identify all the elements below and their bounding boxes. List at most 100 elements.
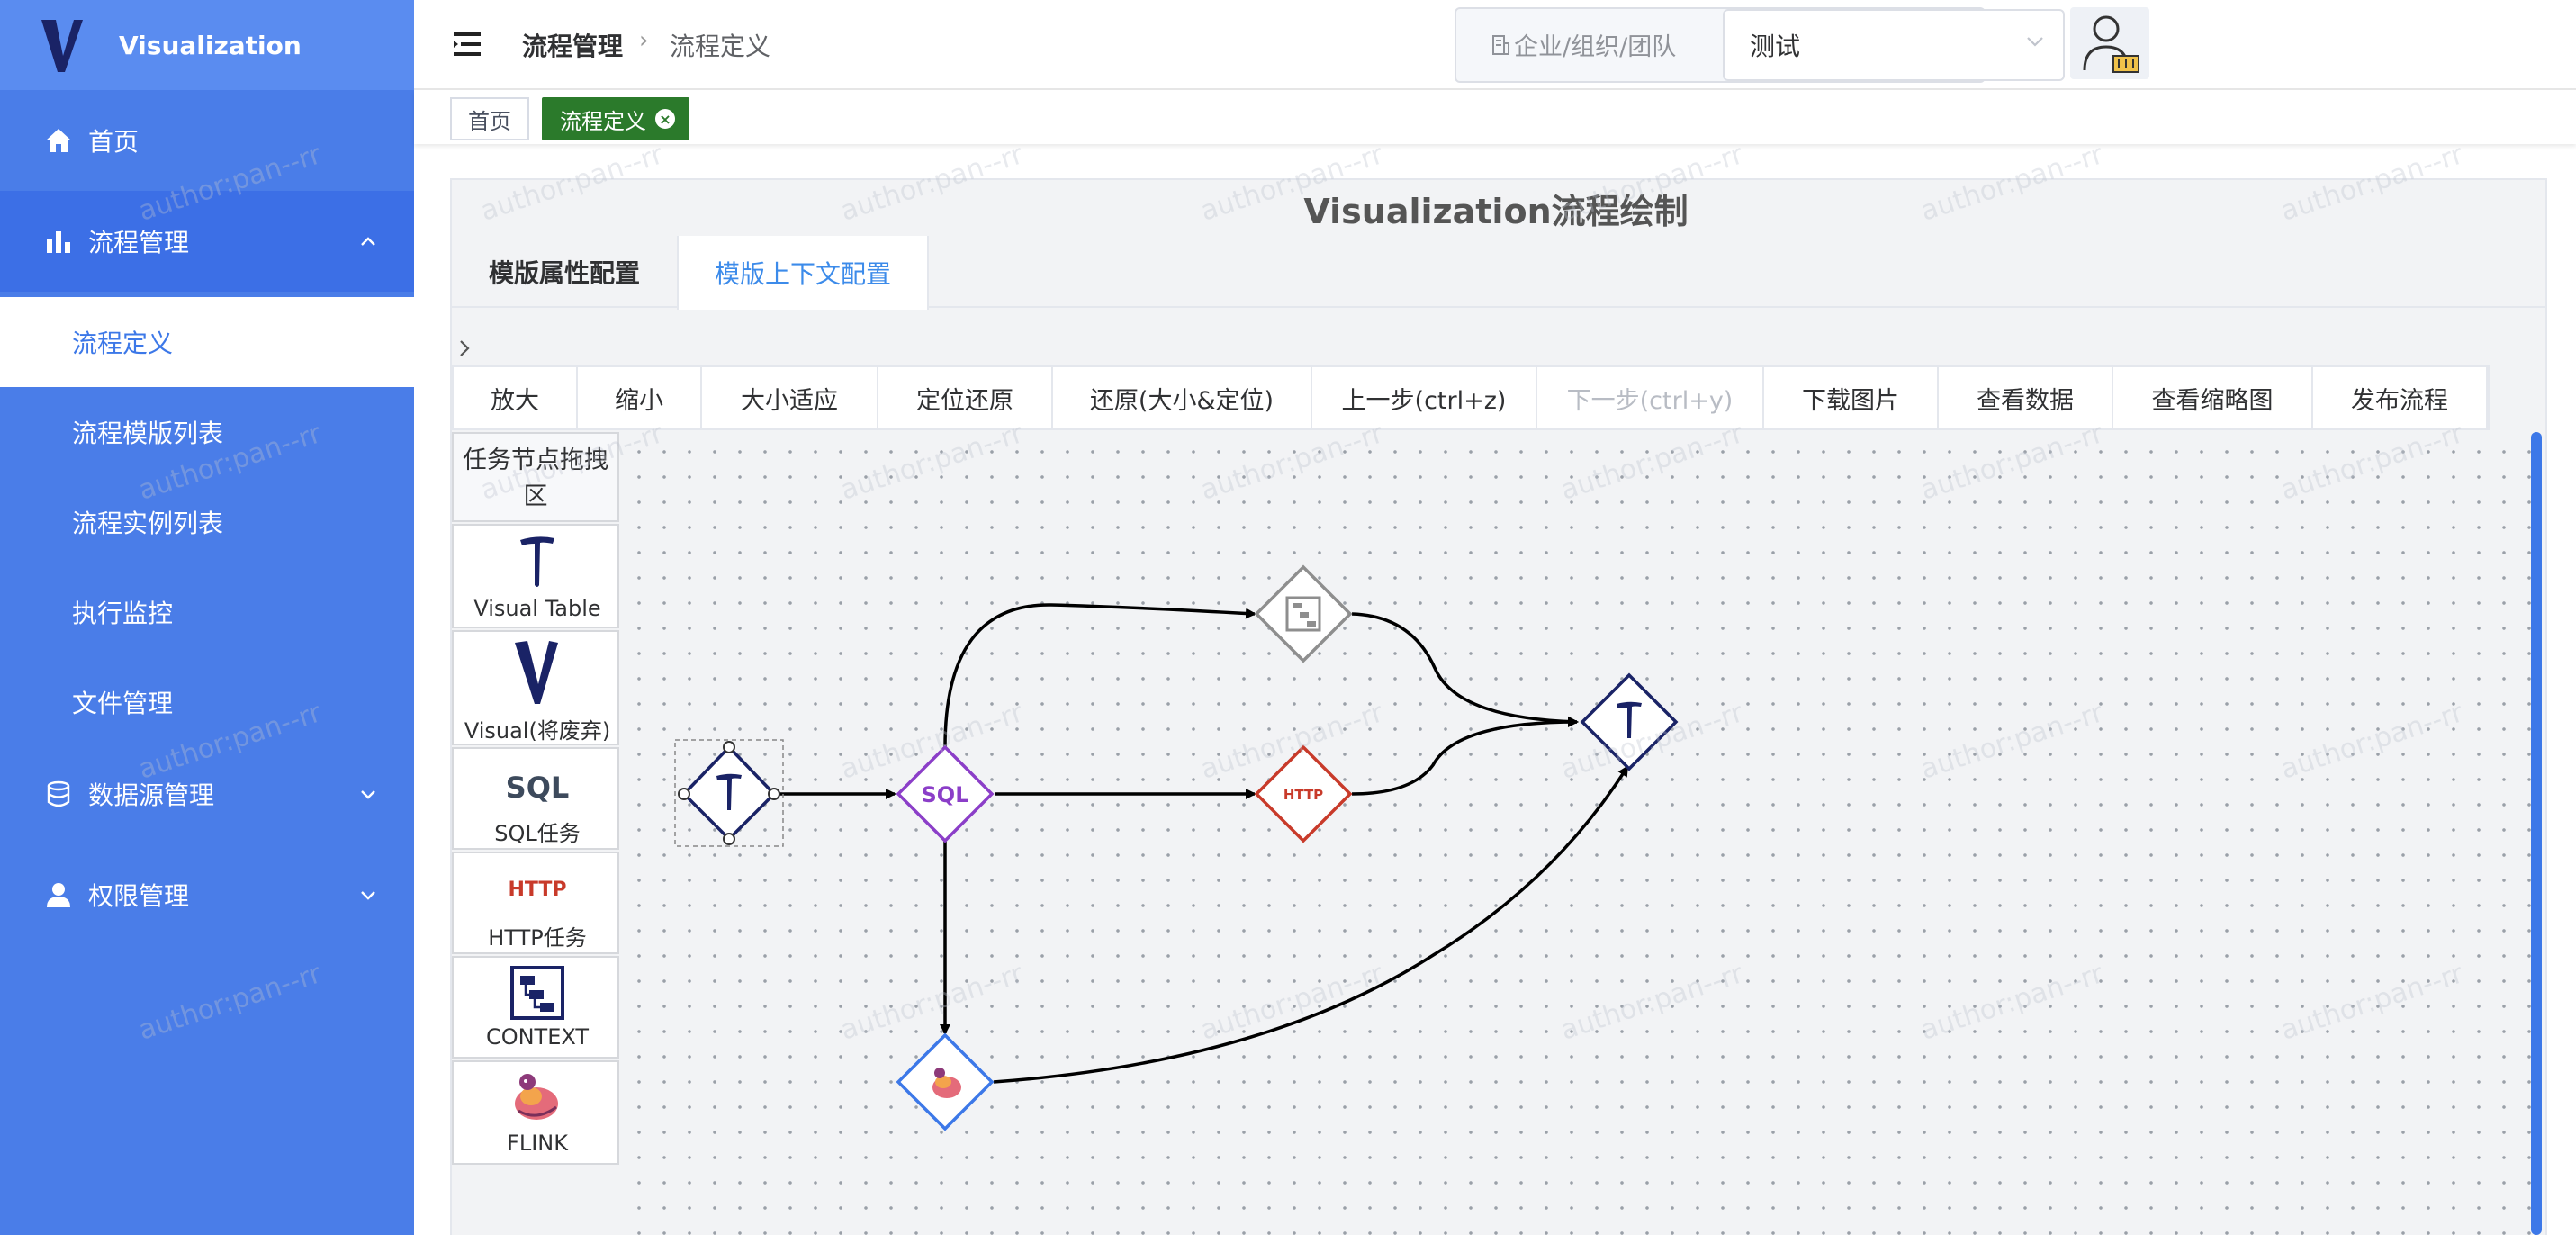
graph-toolbar: 放大 缩小 大小适应 定位还原 还原(大小&定位) 上一步(ctrl+z) 下一…	[452, 365, 2490, 430]
button-label: 查看缩略图	[2151, 386, 2274, 415]
submenu-item-label: 流程定义	[72, 329, 174, 358]
submenu-item-label: 流程实例列表	[72, 509, 224, 538]
node-flink[interactable]	[896, 1032, 995, 1131]
download-image-button[interactable]: 下载图片	[1764, 367, 1939, 428]
submenu-item-flow-template-list[interactable]: 流程模版列表	[0, 387, 414, 477]
hamburger-menu-icon[interactable]	[454, 32, 481, 56]
canvas-scrollbar[interactable]	[2531, 432, 2542, 1235]
palette-title: 任务节点拖拽区	[452, 432, 619, 522]
undo-button[interactable]: 上一步(ctrl+z)	[1312, 367, 1537, 428]
button-label: 还原(大小&定位)	[1089, 386, 1274, 415]
node-context[interactable]	[1254, 564, 1353, 663]
submenu-item-flow-instance-list[interactable]: 流程实例列表	[0, 477, 414, 567]
tab-template-properties[interactable]: 模版属性配置	[452, 236, 677, 308]
button-label: 查看数据	[1977, 386, 2074, 415]
tag-label: 流程定义	[560, 108, 646, 134]
tab-label: 模版上下文配置	[714, 259, 891, 289]
breadcrumb-item[interactable]: 流程管理	[522, 27, 623, 63]
submenu-item-flow-definition[interactable]: 流程定义	[0, 297, 414, 387]
submenu-item-execution-monitor[interactable]: 执行监控	[0, 567, 414, 657]
palette-item-visual-table[interactable]: Visual Table	[452, 524, 619, 628]
button-label: 上一步(ctrl+z)	[1341, 386, 1507, 415]
close-icon[interactable]: ×	[655, 109, 675, 129]
palette-item-http[interactable]: HTTP HTTP任务	[452, 852, 619, 954]
sidebar-item-datasource-management[interactable]: 数据源管理	[0, 749, 414, 839]
node-visual-table-target[interactable]	[1580, 672, 1679, 771]
publish-flow-button[interactable]: 发布流程	[2313, 367, 2488, 428]
flink-icon	[515, 1074, 558, 1120]
chevron-up-icon	[361, 237, 375, 246]
page-title: Visualization流程绘制	[1303, 192, 1689, 231]
palette-item-label: Visual Table	[473, 596, 601, 621]
edge-http-to-table[interactable]	[1351, 717, 1579, 796]
palette-item-label: SQL任务	[494, 821, 581, 846]
tag-flow-definition[interactable]: 流程定义 ×	[542, 97, 689, 140]
tags-view-bar: 首页 流程定义 ×	[414, 90, 2576, 144]
chevron-right-icon[interactable]	[457, 338, 472, 358]
user-avatar-icon	[2083, 15, 2139, 73]
tab-label: 模版属性配置	[488, 258, 640, 288]
sql-icon: SQL	[505, 771, 570, 805]
flow-graph: SQL HTTP	[674, 564, 1679, 1131]
tab-template-context[interactable]: 模版上下文配置	[677, 236, 929, 310]
tag-home[interactable]: 首页	[450, 97, 529, 140]
palette-item-label: Visual(将废弃)	[464, 718, 611, 744]
avatar[interactable]	[2070, 7, 2149, 79]
node-sql[interactable]: SQL	[896, 744, 995, 843]
http-icon: HTTP	[508, 879, 567, 901]
reset-size-position-button[interactable]: 还原(大小&定位)	[1053, 367, 1312, 428]
zoom-in-button[interactable]: 放大	[454, 367, 578, 428]
fit-size-button[interactable]: 大小适应	[702, 367, 878, 428]
palette-item-label: HTTP任务	[488, 925, 587, 951]
view-data-button[interactable]: 查看数据	[1939, 367, 2113, 428]
flow-canvas[interactable]: SQL HTTP	[619, 432, 2535, 1235]
visual-table-icon	[520, 536, 554, 587]
node-sql-label: SQL	[922, 782, 969, 807]
chevron-down-icon	[361, 891, 375, 900]
config-tabs: 模版属性配置 模版上下文配置	[452, 236, 2545, 310]
org-label: 企业/组织/团队	[1491, 27, 1676, 62]
edge-sql-to-context[interactable]	[943, 603, 1256, 748]
app-title: Visualization	[119, 30, 302, 60]
submenu-item-label: 文件管理	[72, 689, 174, 718]
sidebar-item-label: 数据源管理	[88, 780, 215, 810]
submenu-item-file-management[interactable]: 文件管理	[0, 657, 414, 747]
button-label: 大小适应	[741, 386, 838, 415]
button-label: 定位还原	[916, 386, 1013, 415]
redo-button[interactable]: 下一步(ctrl+y)	[1537, 367, 1764, 428]
sidebar-item-permission-management[interactable]: 权限管理	[0, 850, 414, 940]
sidebar-item-label: 权限管理	[88, 881, 190, 911]
palette-item-visual[interactable]: Visual(将废弃)	[452, 630, 619, 745]
palette-item-label: CONTEXT	[485, 1024, 590, 1050]
database-icon	[43, 779, 74, 809]
node-http[interactable]: HTTP	[1254, 744, 1353, 843]
visualization-logo-icon	[41, 20, 83, 72]
breadcrumb-item: 流程定义	[670, 32, 771, 61]
reset-position-button[interactable]: 定位还原	[878, 367, 1053, 428]
zoom-out-button[interactable]: 缩小	[578, 367, 702, 428]
button-label: 发布流程	[2351, 386, 2448, 415]
button-label: 缩小	[615, 386, 663, 415]
breadcrumb-separator-icon: ›	[639, 27, 649, 54]
palette-item-context[interactable]: CONTEXT	[452, 956, 619, 1059]
chevron-down-icon	[361, 790, 375, 799]
submenu-item-label: 执行监控	[72, 599, 174, 628]
visual-v-icon	[515, 641, 558, 704]
org-select-value: 测试	[1750, 32, 1801, 61]
node-palette: 任务节点拖拽区 Visual Table Visual(将废弃) SQL SQL…	[452, 432, 619, 1235]
palette-item-flink[interactable]: FLINK	[452, 1060, 619, 1165]
palette-item-sql[interactable]: SQL SQL任务	[452, 747, 619, 850]
context-icon	[510, 966, 564, 1020]
sidebar-item-label: 首页	[88, 127, 140, 157]
view-thumbnail-button[interactable]: 查看缩略图	[2113, 367, 2313, 428]
node-visual-table-source[interactable]	[674, 739, 784, 847]
palette-item-label: FLINK	[507, 1131, 568, 1156]
home-icon	[43, 125, 74, 156]
org-label-text: 企业/组织/团队	[1514, 33, 1677, 61]
tag-label: 首页	[468, 108, 511, 134]
chevron-down-icon[interactable]	[2025, 34, 2045, 49]
sidebar-item-home[interactable]: 首页	[0, 90, 414, 191]
button-label: 放大	[491, 386, 539, 415]
edge-context-to-table[interactable]	[1351, 612, 1579, 727]
user-icon	[43, 879, 74, 910]
